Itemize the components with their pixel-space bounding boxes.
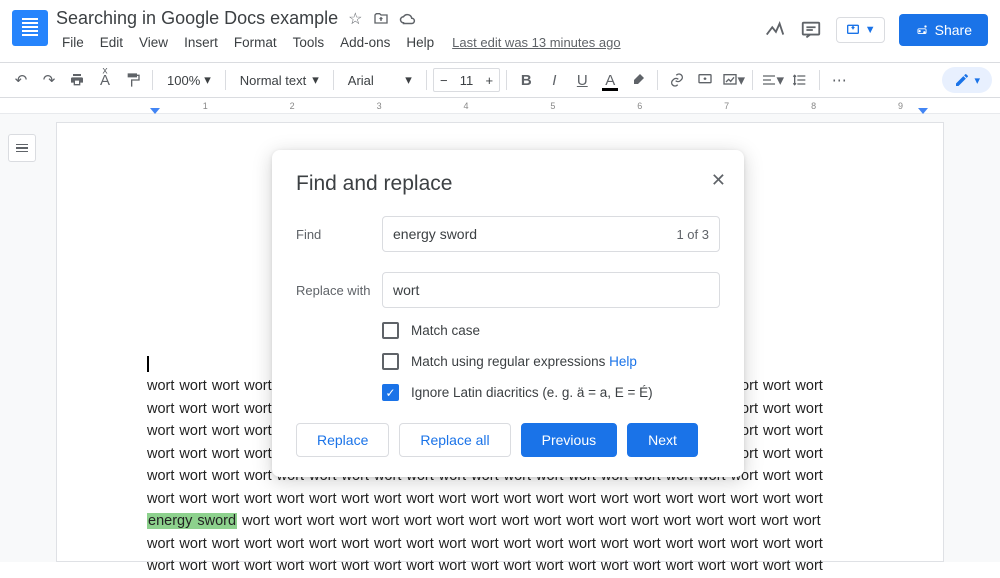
ruler-mark: 5 <box>550 101 555 111</box>
cloud-status-icon[interactable] <box>399 12 417 26</box>
menu-insert[interactable]: Insert <box>178 33 224 52</box>
ruler[interactable]: 1 2 3 4 5 6 7 8 9 <box>0 98 1000 114</box>
match-regex-label: Match using regular expressions Help <box>411 354 637 369</box>
redo-icon[interactable]: ↷ <box>36 67 62 93</box>
font-size-value[interactable]: 11 <box>454 73 480 88</box>
ignore-diacritics-label: Ignore Latin diacritics (e. g. ä = a, E … <box>411 385 653 400</box>
dialog-title: Find and replace <box>296 172 720 196</box>
style-select[interactable]: Normal text ▾ <box>232 67 327 93</box>
regex-help-link[interactable]: Help <box>609 354 637 369</box>
bold-icon[interactable]: B <box>513 67 539 93</box>
replace-label: Replace with <box>296 283 382 298</box>
underline-icon[interactable]: U <box>569 67 595 93</box>
paint-format-icon[interactable] <box>120 67 146 93</box>
ignore-diacritics-checkbox[interactable] <box>382 384 399 401</box>
insert-comment-icon[interactable] <box>692 67 718 93</box>
spellcheck-icon[interactable]: Aͯ <box>92 67 118 93</box>
ruler-mark: 8 <box>811 101 816 111</box>
match-case-checkbox[interactable] <box>382 322 399 339</box>
present-button[interactable]: ▼ <box>836 17 885 43</box>
menu-view[interactable]: View <box>133 33 174 52</box>
insert-link-icon[interactable] <box>664 67 690 93</box>
match-case-label: Match case <box>411 323 480 338</box>
indent-marker-icon[interactable] <box>150 108 160 114</box>
font-size-control[interactable]: − 11 + <box>433 68 501 92</box>
right-margin-icon[interactable] <box>918 108 928 114</box>
editing-mode-button[interactable]: ▾ <box>942 67 992 93</box>
ruler-mark: 3 <box>377 101 382 111</box>
text-color-icon[interactable]: A <box>597 67 623 93</box>
find-replace-dialog: Find and replace ✕ Find 1 of 3 Replace w… <box>272 150 744 477</box>
previous-button[interactable]: Previous <box>521 423 617 457</box>
find-label: Find <box>296 227 382 242</box>
toolbar: ↶ ↷ Aͯ 100% ▾ Normal text ▾ Arial ▾ − 11… <box>0 62 1000 98</box>
match-regex-checkbox[interactable] <box>382 353 399 370</box>
move-icon[interactable] <box>373 11 389 27</box>
replace-button[interactable]: Replace <box>296 423 389 457</box>
ruler-mark: 6 <box>637 101 642 111</box>
print-icon[interactable] <box>64 67 90 93</box>
search-highlight: energy sword <box>147 513 237 529</box>
italic-icon[interactable]: I <box>541 67 567 93</box>
insert-image-icon[interactable]: ▾ <box>720 67 746 93</box>
undo-icon[interactable]: ↶ <box>8 67 34 93</box>
ruler-mark: 2 <box>290 101 295 111</box>
star-icon[interactable]: ☆ <box>348 9 362 29</box>
font-select[interactable]: Arial ▾ <box>340 67 420 93</box>
more-icon[interactable]: ⋯ <box>826 67 852 93</box>
menu-tools[interactable]: Tools <box>287 33 331 52</box>
ruler-mark: 1 <box>203 101 208 111</box>
replace-all-button[interactable]: Replace all <box>399 423 510 457</box>
menu-edit[interactable]: Edit <box>94 33 129 52</box>
share-button[interactable]: Share <box>899 14 988 46</box>
highlight-color-icon[interactable] <box>625 67 651 93</box>
share-label: Share <box>935 22 972 38</box>
comments-icon[interactable] <box>800 19 822 41</box>
app-header: Searching in Google Docs example ☆ File … <box>0 0 1000 62</box>
replace-input[interactable] <box>393 282 709 298</box>
docs-logo[interactable] <box>12 10 48 46</box>
text-cursor <box>147 356 149 372</box>
document-title[interactable]: Searching in Google Docs example <box>56 8 338 29</box>
menu-help[interactable]: Help <box>400 33 440 52</box>
last-edit-link[interactable]: Last edit was 13 minutes ago <box>452 35 620 50</box>
match-count: 1 of 3 <box>676 227 709 242</box>
menu-bar: File Edit View Insert Format Tools Add-o… <box>56 33 764 52</box>
ruler-mark: 7 <box>724 101 729 111</box>
find-input[interactable] <box>393 226 676 242</box>
ruler-mark: 9 <box>898 101 903 111</box>
zoom-select[interactable]: 100% ▾ <box>159 67 219 93</box>
ruler-mark: 4 <box>463 101 468 111</box>
menu-file[interactable]: File <box>56 33 90 52</box>
outline-toggle-icon[interactable] <box>8 134 36 162</box>
line-spacing-icon[interactable] <box>787 67 813 93</box>
activity-icon[interactable] <box>764 19 786 41</box>
menu-addons[interactable]: Add-ons <box>334 33 396 52</box>
menu-format[interactable]: Format <box>228 33 283 52</box>
next-button[interactable]: Next <box>627 423 698 457</box>
decrease-font-icon[interactable]: − <box>434 73 454 88</box>
close-icon[interactable]: ✕ <box>711 170 726 191</box>
increase-font-icon[interactable]: + <box>479 73 499 88</box>
align-icon[interactable]: ▾ <box>759 67 785 93</box>
